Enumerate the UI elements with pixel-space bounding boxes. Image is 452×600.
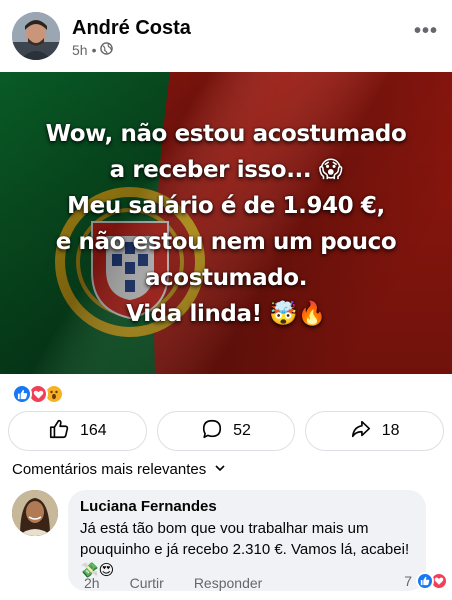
comment-sort-label: Comentários mais relevantes — [12, 461, 207, 478]
commenter-name[interactable]: Luciana Fernandes — [80, 498, 414, 515]
share-button[interactable]: 18 — [305, 411, 445, 451]
meta-separator: • — [91, 42, 97, 58]
comment-like-button[interactable]: Curtir — [130, 575, 164, 591]
comment-count: 52 — [233, 422, 251, 439]
comment-button[interactable]: 52 — [156, 411, 296, 451]
more-options-icon[interactable]: ••• — [414, 20, 438, 43]
post-image[interactable]: Wow, não estou acostumado a receber isso… — [0, 72, 452, 374]
share-count: 18 — [381, 422, 400, 439]
commenter-avatar[interactable] — [12, 490, 58, 536]
like-button[interactable]: 164 — [8, 411, 147, 451]
post-meta: 5h • — [72, 42, 114, 58]
comment-sort-dropdown[interactable]: Comentários mais relevantes — [12, 461, 226, 478]
chevron-down-icon — [214, 461, 226, 478]
author-name[interactable]: André Costa — [72, 17, 191, 40]
globe-icon — [100, 42, 114, 58]
post-image-text: Wow, não estou acostumado a receber isso… — [0, 116, 452, 332]
image-text-line: a receber isso... 😱 — [109, 157, 343, 183]
thumbs-up-icon — [48, 418, 70, 445]
comment-text: Já está tão bom que vou trabalhar mais u… — [80, 520, 410, 579]
image-text-line: Wow, não estou acostumado — [45, 121, 407, 147]
post-header: André Costa 5h • ••• — [0, 0, 452, 72]
comment-reply-button[interactable]: Responder — [194, 575, 263, 591]
share-arrow-icon — [350, 418, 372, 445]
like-icon — [12, 384, 32, 404]
image-text-line: e não estou nem um pouco — [55, 229, 397, 255]
image-text-line: acostumado. — [144, 265, 308, 291]
comment-footer: 2h Curtir Responder — [84, 575, 262, 591]
like-icon — [416, 572, 434, 590]
commenter-avatar-image — [12, 490, 58, 536]
reaction-summary[interactable] — [12, 383, 64, 405]
post-actions: 164 52 18 — [8, 411, 445, 451]
comment-reaction-count: 7 — [404, 573, 412, 589]
comment-bubble-icon — [201, 418, 223, 445]
comment-time[interactable]: 2h — [84, 575, 100, 591]
author-avatar-image — [12, 12, 60, 60]
post-time[interactable]: 5h — [72, 42, 88, 58]
like-count: 164 — [79, 422, 107, 439]
comment-reactions[interactable]: 7 — [404, 572, 448, 590]
image-text-line: Meu salário é de 1.940 €, — [67, 193, 385, 219]
image-text-line: Vida linda! 🤯🔥 — [126, 301, 326, 327]
author-avatar[interactable] — [12, 12, 60, 60]
